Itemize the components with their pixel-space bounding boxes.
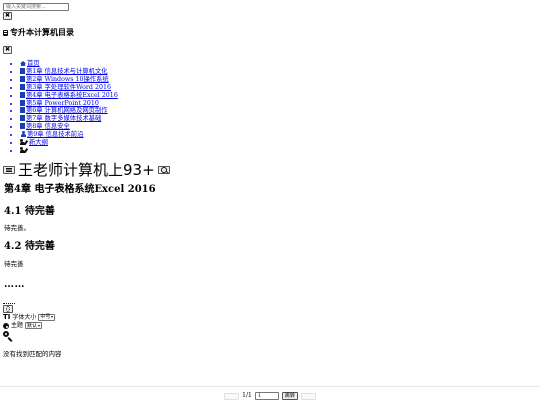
toc-item-new-syllabus[interactable]: 新大纲: [20, 139, 118, 147]
font-size-icon: TI: [3, 313, 11, 321]
toc-item-home[interactable]: 首页: [20, 60, 118, 68]
chevron-down-icon: [38, 324, 41, 327]
user-edit-icon: [20, 139, 28, 146]
toc-label: 第3章 字处理软件Word 2016: [26, 83, 111, 91]
sidebar-close-button[interactable]: ✖: [3, 46, 12, 54]
search-icon[interactable]: [3, 331, 13, 342]
toc-item-ch2[interactable]: 第2章 Windows 10操作系统: [20, 75, 118, 84]
toc-link-ch6[interactable]: 第6章 计算机网络及网页制作: [20, 107, 108, 114]
toc-link-ch7[interactable]: 第7章 数字多媒体技术基础: [20, 115, 101, 122]
page-number-input[interactable]: 1: [254, 392, 279, 400]
toc-item-ch3[interactable]: 第3章 字处理软件Word 2016: [20, 83, 118, 92]
toc-link-new-syllabus[interactable]: 新大纲: [20, 139, 48, 146]
document-icon: [20, 115, 25, 122]
section-body-1: 待完善。: [4, 224, 30, 232]
section-heading-2: 4.2 待完善: [4, 241, 55, 252]
document-icon: [20, 75, 25, 82]
toc-list: 首页 第1章 信息技术与计算机文化 第2章 Windows 10操作系统 第3章…: [10, 60, 118, 155]
top-close-button[interactable]: ✖: [3, 12, 12, 20]
theme-value: 默认: [27, 322, 38, 329]
toc-link-ch2[interactable]: 第2章 Windows 10操作系统: [20, 75, 109, 83]
toc-label: 第6章 计算机网络及网页制作: [26, 107, 108, 115]
toc-label: 新大纲: [29, 139, 48, 147]
header-bar: 王老师计算机上93+: [3, 161, 170, 179]
go-page-button[interactable]: 跳转: [281, 392, 298, 400]
footer-divider: [0, 386, 540, 387]
toc-link-extra[interactable]: [20, 146, 29, 154]
toc-link-ch3[interactable]: 第3章 字处理软件Word 2016: [20, 83, 111, 91]
toc-item-extra[interactable]: [20, 146, 118, 155]
toc-label: 首页: [27, 60, 40, 67]
book-title: 专升本计算机目录: [3, 28, 74, 38]
document-icon: [20, 123, 25, 130]
toc-link-ch9[interactable]: 第9章 信息技术前沿: [20, 131, 83, 138]
palette-icon: [3, 322, 9, 329]
search-empty-message: 没有找到匹配的内容: [3, 350, 62, 358]
toc-label: 第1章 信息技术与计算机文化: [26, 67, 108, 75]
toc-link-ch1[interactable]: 第1章 信息技术与计算机文化: [20, 67, 108, 75]
document-icon: [20, 67, 25, 74]
book-title-text: 专升本计算机目录: [10, 28, 74, 37]
section-heading-1: 4.1 待完善: [4, 206, 55, 217]
home-icon: [20, 61, 26, 66]
toc-label: 第9章 信息技术前沿: [27, 131, 84, 139]
toc-link-ch8[interactable]: 第8章 信息安全: [20, 123, 70, 130]
theme-row: 主题 默认: [3, 322, 43, 330]
book-icon: [3, 29, 8, 36]
gear-icon: [6, 306, 10, 312]
toc-item-ch8[interactable]: 第8章 信息安全: [20, 123, 118, 131]
toc-toggle-button[interactable]: [3, 166, 15, 174]
toc-label: 第4章 电子表格系统Excel 2016: [26, 91, 118, 99]
theme-select[interactable]: 默认: [25, 322, 43, 330]
user-edit-icon: [20, 146, 28, 153]
document-icon: [20, 99, 25, 106]
section-body-2: 待完善: [4, 260, 24, 268]
toc-link-ch4[interactable]: 第4章 电子表格系统Excel 2016: [20, 91, 118, 99]
toc-label: 第8章 信息安全: [26, 123, 70, 131]
prev-page-button[interactable]: [224, 392, 240, 400]
search-button[interactable]: [157, 166, 170, 174]
document-icon: [20, 91, 25, 98]
toc-link-home[interactable]: 首页: [20, 60, 40, 67]
page-title: 第4章 电子表格系统Excel 2016: [4, 184, 156, 195]
toc-link-ch5[interactable]: 第5章 PowerPoint 2010: [20, 99, 99, 107]
chevron-down-icon: [51, 316, 54, 319]
document-icon: [20, 107, 25, 114]
page-indicator: 1/1: [242, 392, 252, 400]
top-search-input[interactable]: 输入关键词搜索...: [3, 3, 69, 11]
search-icon: [160, 167, 167, 173]
toc-label: 第7章 数字多媒体技术基础: [26, 115, 102, 123]
font-size-row: TI 字体大小 中号: [3, 313, 56, 321]
user-icon: [20, 131, 26, 138]
settings-button[interactable]: [3, 305, 13, 313]
next-page-button[interactable]: [300, 392, 316, 400]
ellipsis: ……: [4, 279, 25, 290]
toc-item-ch9[interactable]: 第9章 信息技术前沿: [20, 131, 118, 139]
settings-divider: [3, 303, 15, 304]
toc-label: 第5章 PowerPoint 2010: [26, 99, 99, 107]
list-icon: [6, 168, 12, 172]
toc-item-ch4[interactable]: 第4章 电子表格系统Excel 2016: [20, 91, 118, 100]
font-size-label: 字体大小: [12, 313, 37, 321]
font-size-value: 中号: [40, 314, 51, 321]
site-title: 王老师计算机上93+: [18, 161, 155, 179]
toc-label: 第2章 Windows 10操作系统: [26, 75, 109, 83]
document-icon: [20, 83, 25, 90]
theme-label: 主题: [11, 322, 24, 329]
toc-item-ch1[interactable]: 第1章 信息技术与计算机文化: [20, 67, 118, 76]
font-size-select[interactable]: 中号: [38, 313, 56, 321]
pager: 1/1 1 跳转: [0, 392, 540, 400]
